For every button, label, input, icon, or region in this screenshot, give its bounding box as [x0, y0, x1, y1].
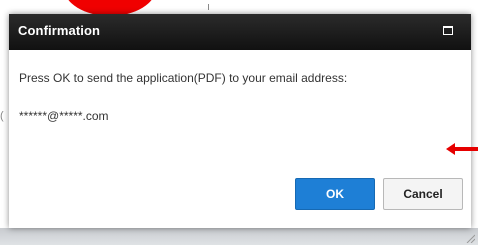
- dialog-titlebar[interactable]: Confirmation: [9, 14, 471, 50]
- dialog-title: Confirmation: [18, 23, 101, 38]
- dialog-message: Press OK to send the application(PDF) to…: [19, 71, 348, 85]
- email-address: ******@*****.com: [19, 109, 109, 123]
- ok-button[interactable]: OK: [295, 178, 375, 210]
- background-edge-glyph: (: [0, 110, 4, 122]
- red-arrow-left-icon: [446, 143, 478, 155]
- confirmation-dialog: Confirmation Press OK to send the applic…: [9, 14, 471, 228]
- cancel-button[interactable]: Cancel: [383, 178, 463, 210]
- resize-grip-icon[interactable]: [465, 233, 475, 243]
- background-divider: [208, 4, 209, 10]
- page: ( Confirmation Press OK to send the appl…: [0, 0, 478, 245]
- background-bottom-bar: [0, 228, 478, 245]
- maximize-icon[interactable]: [443, 26, 453, 35]
